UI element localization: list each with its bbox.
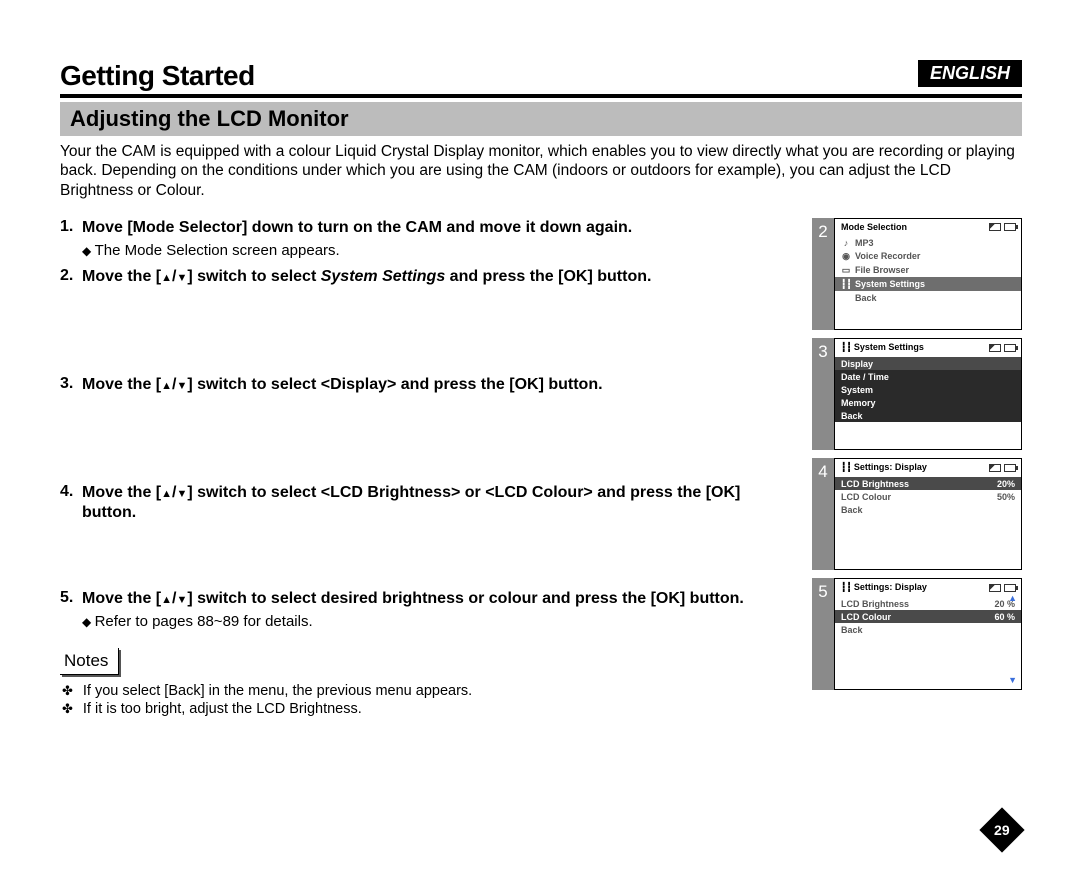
card-icon xyxy=(989,344,1001,352)
step-number: 2. xyxy=(60,267,82,287)
settings-icon: ┇┇ xyxy=(841,342,852,352)
menu-item-voice-recorder[interactable]: ◉Voice Recorder xyxy=(835,249,1021,263)
notes-header: Notes xyxy=(60,648,119,675)
folder-icon: ▭ xyxy=(841,265,851,276)
status-icons xyxy=(989,344,1016,352)
menu-item-back[interactable]: Back xyxy=(835,503,1021,516)
step-list: 1. Move [Mode Selector] down to turn on … xyxy=(60,218,790,719)
up-arrow-indicator[interactable]: ▲ xyxy=(1008,593,1017,603)
battery-icon xyxy=(1004,584,1016,592)
down-arrow-indicator[interactable]: ▼ xyxy=(1008,675,1017,685)
screen-2: 2 Mode Selection ♪MP3 ◉Voice Recorder ▭F… xyxy=(812,218,1022,330)
down-arrow-icon xyxy=(176,590,187,607)
down-arrow-icon xyxy=(176,376,187,393)
step-heading: Move the [/] switch to select <Display> … xyxy=(82,375,790,395)
status-icons xyxy=(989,464,1016,472)
battery-icon xyxy=(1004,344,1016,352)
language-badge: ENGLISH xyxy=(918,60,1022,87)
menu-item-memory[interactable]: Memory xyxy=(835,396,1021,409)
step-number: 4. xyxy=(60,483,82,523)
chapter-title: Getting Started xyxy=(60,60,1022,98)
screen-3: 3 ┇┇System Settings Display Date / Time … xyxy=(812,338,1022,450)
settings-icon: ┇┇ xyxy=(841,279,851,290)
status-icons xyxy=(989,584,1016,592)
menu-item-lcd-brightness[interactable]: LCD Brightness20% xyxy=(835,477,1021,490)
down-arrow-icon xyxy=(176,268,187,285)
settings-icon: ┇┇ xyxy=(841,462,852,472)
card-icon xyxy=(989,223,1001,231)
screen-tag: 4 xyxy=(812,458,834,570)
menu-item-date-time[interactable]: Date / Time xyxy=(835,370,1021,383)
screen-tag: 3 xyxy=(812,338,834,450)
menu-item-back[interactable]: Back xyxy=(835,409,1021,422)
screen-tag: 5 xyxy=(812,578,834,690)
screen-thumbnails: 2 Mode Selection ♪MP3 ◉Voice Recorder ▭F… xyxy=(812,218,1022,719)
up-arrow-icon xyxy=(161,589,172,609)
intro-paragraph: Your the CAM is equipped with a colour L… xyxy=(60,142,1022,200)
screen-tag: 2 xyxy=(812,218,834,330)
menu-item-back[interactable]: Back xyxy=(835,291,1021,304)
menu-item-back[interactable]: Back xyxy=(835,623,1021,636)
menu-item-display[interactable]: Display xyxy=(835,357,1021,370)
step-1: 1. Move [Mode Selector] down to turn on … xyxy=(60,218,790,259)
note-line: If you select [Back] in the menu, the pr… xyxy=(60,683,790,699)
step-sub: Refer to pages 88~89 for details. xyxy=(82,613,790,630)
battery-icon xyxy=(1004,223,1016,231)
step-heading: Move the [/] switch to select System Set… xyxy=(82,267,790,287)
down-arrow-icon xyxy=(176,484,187,501)
menu-item-file-browser[interactable]: ▭File Browser xyxy=(835,263,1021,277)
page-number: 29 xyxy=(979,807,1024,852)
step-number: 1. xyxy=(60,218,82,259)
mic-icon: ◉ xyxy=(841,251,851,262)
step-number: 3. xyxy=(60,375,82,395)
section-title: Adjusting the LCD Monitor xyxy=(60,102,1022,136)
screen-title: ┇┇System Settings xyxy=(841,342,924,353)
screen-4: 4 ┇┇Settings: Display LCD Brightness20% … xyxy=(812,458,1022,570)
settings-icon: ┇┇ xyxy=(841,582,852,592)
screen-title: ┇┇Settings: Display xyxy=(841,582,927,593)
step-5: 5. Move the [/] switch to select desired… xyxy=(60,589,790,630)
step-heading: Move the [/] switch to select <LCD Brigh… xyxy=(82,483,790,523)
step-sub: The Mode Selection screen appears. xyxy=(82,242,790,259)
card-icon xyxy=(989,584,1001,592)
menu-item-lcd-brightness[interactable]: LCD Brightness20 % xyxy=(835,597,1021,610)
step-heading: Move the [/] switch to select desired br… xyxy=(82,589,790,609)
step-2: 2. Move the [/] switch to select System … xyxy=(60,267,790,287)
menu-item-lcd-colour[interactable]: LCD Colour60 % xyxy=(835,610,1021,623)
step-4: 4. Move the [/] switch to select <LCD Br… xyxy=(60,483,790,523)
up-arrow-icon xyxy=(161,483,172,503)
up-arrow-icon xyxy=(161,267,172,287)
status-icons xyxy=(989,223,1016,231)
step-3: 3. Move the [/] switch to select <Displa… xyxy=(60,375,790,395)
note-line: If it is too bright, adjust the LCD Brig… xyxy=(60,701,790,717)
menu-item-system[interactable]: System xyxy=(835,383,1021,396)
screen-title: Mode Selection xyxy=(841,222,907,232)
up-arrow-icon xyxy=(161,375,172,395)
screen-title: ┇┇Settings: Display xyxy=(841,462,927,473)
menu-item-system-settings[interactable]: ┇┇System Settings xyxy=(835,277,1021,291)
music-icon: ♪ xyxy=(841,238,851,248)
battery-icon xyxy=(1004,464,1016,472)
card-icon xyxy=(989,464,1001,472)
menu-item-lcd-colour[interactable]: LCD Colour50% xyxy=(835,490,1021,503)
menu-item-mp3[interactable]: ♪MP3 xyxy=(835,236,1021,249)
step-heading: Move [Mode Selector] down to turn on the… xyxy=(82,218,790,238)
screen-5: 5 ┇┇Settings: Display ▲ LCD Brightness20… xyxy=(812,578,1022,690)
step-number: 5. xyxy=(60,589,82,630)
